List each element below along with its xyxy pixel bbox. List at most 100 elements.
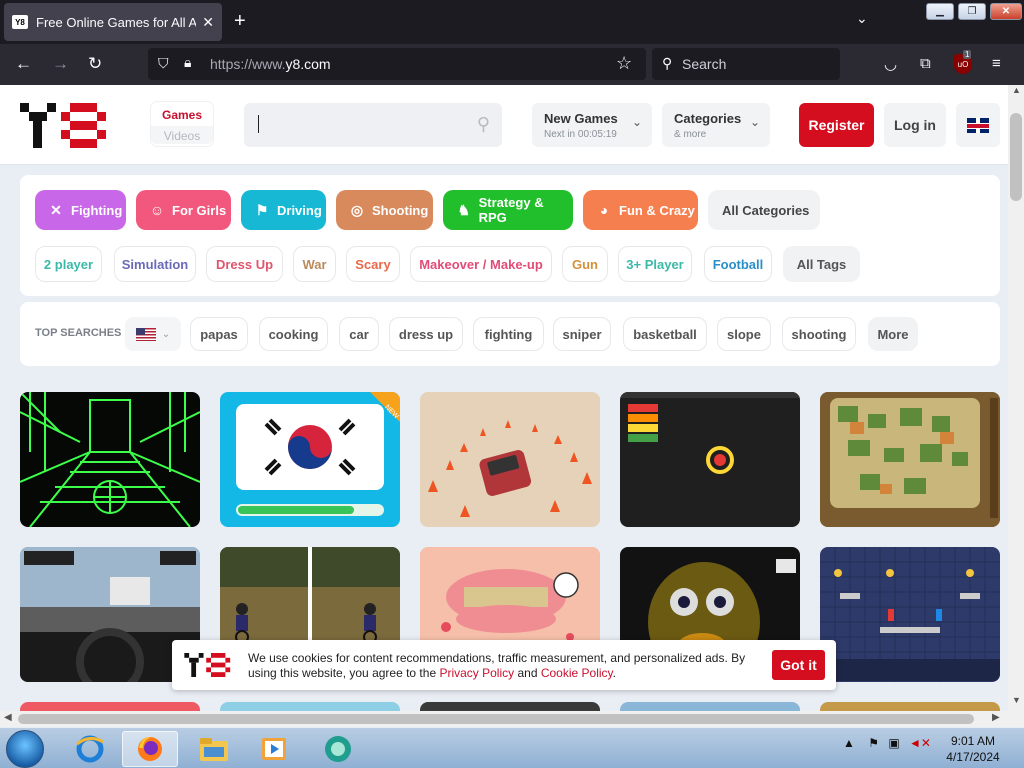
region-selector[interactable]: ⌄	[125, 317, 181, 351]
vertical-scroll-thumb[interactable]	[1010, 113, 1022, 201]
tag-dress-up[interactable]: Dress Up	[206, 246, 283, 282]
top-search-papas[interactable]: papas	[190, 317, 248, 351]
top-search-sniper[interactable]: sniper	[553, 317, 611, 351]
url-bar[interactable]: ⛉ 🔒︎ https://www.y8.com ☆	[148, 48, 646, 80]
firefox-logo	[138, 737, 162, 761]
vertical-scrollbar[interactable]: ▲ ▼	[1008, 85, 1024, 711]
firefox-icon[interactable]	[122, 731, 178, 767]
url-text[interactable]: https://www.y8.com	[210, 56, 331, 72]
start-button[interactable]	[6, 730, 44, 768]
action-center-flag-icon[interactable]: ⚑	[868, 736, 879, 750]
new-tab-icon[interactable]: +	[234, 10, 246, 32]
category-for-girls[interactable]: ☺ For Girls	[136, 190, 231, 230]
category-fun-crazy[interactable]: ◕ Fun & Crazy	[583, 190, 698, 230]
forward-arrow-icon[interactable]: →	[52, 54, 69, 74]
lock-icon[interactable]: 🔒︎	[184, 54, 191, 71]
network-icon[interactable]: ▣	[888, 736, 899, 750]
scroll-down-icon[interactable]: ▼	[1012, 695, 1021, 705]
site-search-input[interactable]: ⚲	[244, 103, 502, 147]
close-window-button[interactable]: ✕	[990, 3, 1022, 20]
internet-explorer-icon[interactable]	[62, 731, 118, 767]
tag-war[interactable]: War	[293, 246, 336, 282]
browser-tab-active[interactable]: Y8 Free Online Games for All Ages ✕	[4, 3, 222, 41]
game-card[interactable]	[20, 392, 200, 527]
scroll-right-icon[interactable]: ▶	[992, 712, 1000, 723]
media-player-icon[interactable]	[246, 731, 302, 767]
all-categories-button[interactable]: All Categories	[708, 190, 820, 230]
pocket-icon[interactable]: ◡	[884, 55, 897, 73]
scroll-left-icon[interactable]: ◀	[4, 712, 12, 723]
top-search-slope[interactable]: slope	[717, 317, 771, 351]
top-search-dress-up[interactable]: dress up	[389, 317, 463, 351]
tag-gun[interactable]: Gun	[562, 246, 608, 282]
nav-games[interactable]: Games	[151, 108, 213, 122]
game-card[interactable]	[620, 702, 800, 711]
tag-football[interactable]: Football	[704, 246, 772, 282]
top-search-shooting[interactable]: shooting	[782, 317, 856, 351]
got-it-button[interactable]: Got it	[772, 650, 825, 680]
categories-dropdown[interactable]: Categories & more ⌄	[662, 103, 770, 147]
category-driving[interactable]: ⚑ Driving	[241, 190, 326, 230]
top-search-fighting[interactable]: fighting	[473, 317, 544, 351]
shield-icon[interactable]: ⛉	[158, 55, 169, 72]
scroll-up-icon[interactable]: ▲	[1012, 85, 1021, 95]
tag-2-player[interactable]: 2 player	[35, 246, 102, 282]
all-tags-button[interactable]: All Tags	[783, 246, 860, 282]
clock[interactable]: 9:01 AM 4/17/2024	[938, 733, 1008, 765]
file-explorer-icon[interactable]	[186, 731, 242, 767]
reload-icon[interactable]: ↻	[88, 54, 102, 74]
ublock-origin-icon[interactable]: uO 1	[954, 50, 972, 74]
register-button[interactable]: Register	[799, 103, 874, 147]
horizontal-scrollbar[interactable]: ◀ ▶	[0, 711, 1008, 727]
top-search-basketball[interactable]: basketball	[623, 317, 707, 351]
game-thumbnail	[620, 392, 800, 474]
privacy-policy-link[interactable]: Privacy Policy	[439, 666, 514, 680]
top-search-cooking[interactable]: cooking	[259, 317, 328, 351]
new-games-dropdown[interactable]: New Games Next in 00:05:19 ⌄	[532, 103, 652, 147]
category-shooting[interactable]: ◎ Shooting	[336, 190, 433, 230]
us-flag-icon	[135, 327, 156, 341]
close-tab-icon[interactable]: ✕	[202, 14, 214, 31]
tag-3-plus-player[interactable]: 3+ Player	[618, 246, 692, 282]
system-tray[interactable]: ▲ ⚑ ▣ ◄✕	[843, 736, 931, 750]
game-card[interactable]	[820, 702, 1000, 711]
search-icon[interactable]: ⚲	[477, 114, 490, 135]
browser-search-bar[interactable]: ⚲ Search	[652, 48, 840, 80]
tag-scary[interactable]: Scary	[346, 246, 400, 282]
game-card[interactable]	[620, 392, 800, 527]
cookie-policy-link[interactable]: Cookie Policy	[541, 666, 613, 680]
category-fighting[interactable]: ✕ Fighting	[35, 190, 126, 230]
nav-videos[interactable]: Videos	[151, 126, 213, 144]
menu-hamburger-icon[interactable]: ≡	[992, 55, 1001, 72]
back-arrow-icon[interactable]: ←	[15, 54, 32, 74]
tag-makeover[interactable]: Makeover / Make-up	[410, 246, 552, 282]
tag-simulation[interactable]: Simulation	[114, 246, 196, 282]
app-icon[interactable]	[310, 731, 366, 767]
minimize-window-button[interactable]: ▁	[926, 3, 954, 20]
y8-logo[interactable]	[20, 103, 120, 148]
y8-logo	[184, 653, 231, 677]
bookmark-star-icon[interactable]: ☆	[616, 53, 632, 74]
game-card[interactable]	[220, 702, 400, 711]
top-searches-more[interactable]: More	[868, 317, 918, 351]
extensions-icon[interactable]: ⧉	[920, 55, 931, 72]
game-card[interactable]	[20, 702, 200, 711]
restore-window-button[interactable]: ❐	[958, 3, 986, 20]
categories-panel: ✕ Fighting ☺ For Girls ⚑ Driving ◎ Shooting …	[20, 175, 1000, 296]
game-card[interactable]	[420, 702, 600, 711]
page-viewport: Games Videos ⚲ New Games Next in 00:05:1…	[0, 85, 1008, 711]
game-thumbnail	[820, 547, 1000, 682]
volume-muted-icon[interactable]: ◄✕	[909, 736, 931, 750]
game-card[interactable]: NEW	[220, 392, 400, 527]
ublock-badge: 1	[963, 50, 972, 59]
top-search-car[interactable]: car	[339, 317, 379, 351]
game-card[interactable]	[820, 547, 1000, 682]
category-strategy-rpg[interactable]: ♞ Strategy & RPG	[443, 190, 573, 230]
login-button[interactable]: Log in	[884, 103, 946, 147]
list-tabs-chevron-icon[interactable]: ⌄	[856, 10, 868, 27]
game-card[interactable]	[420, 392, 600, 527]
show-hidden-icons-icon[interactable]: ▲	[843, 736, 855, 750]
language-selector[interactable]	[956, 103, 1000, 147]
game-card[interactable]	[820, 392, 1000, 527]
horizontal-scroll-thumb[interactable]	[18, 714, 974, 724]
